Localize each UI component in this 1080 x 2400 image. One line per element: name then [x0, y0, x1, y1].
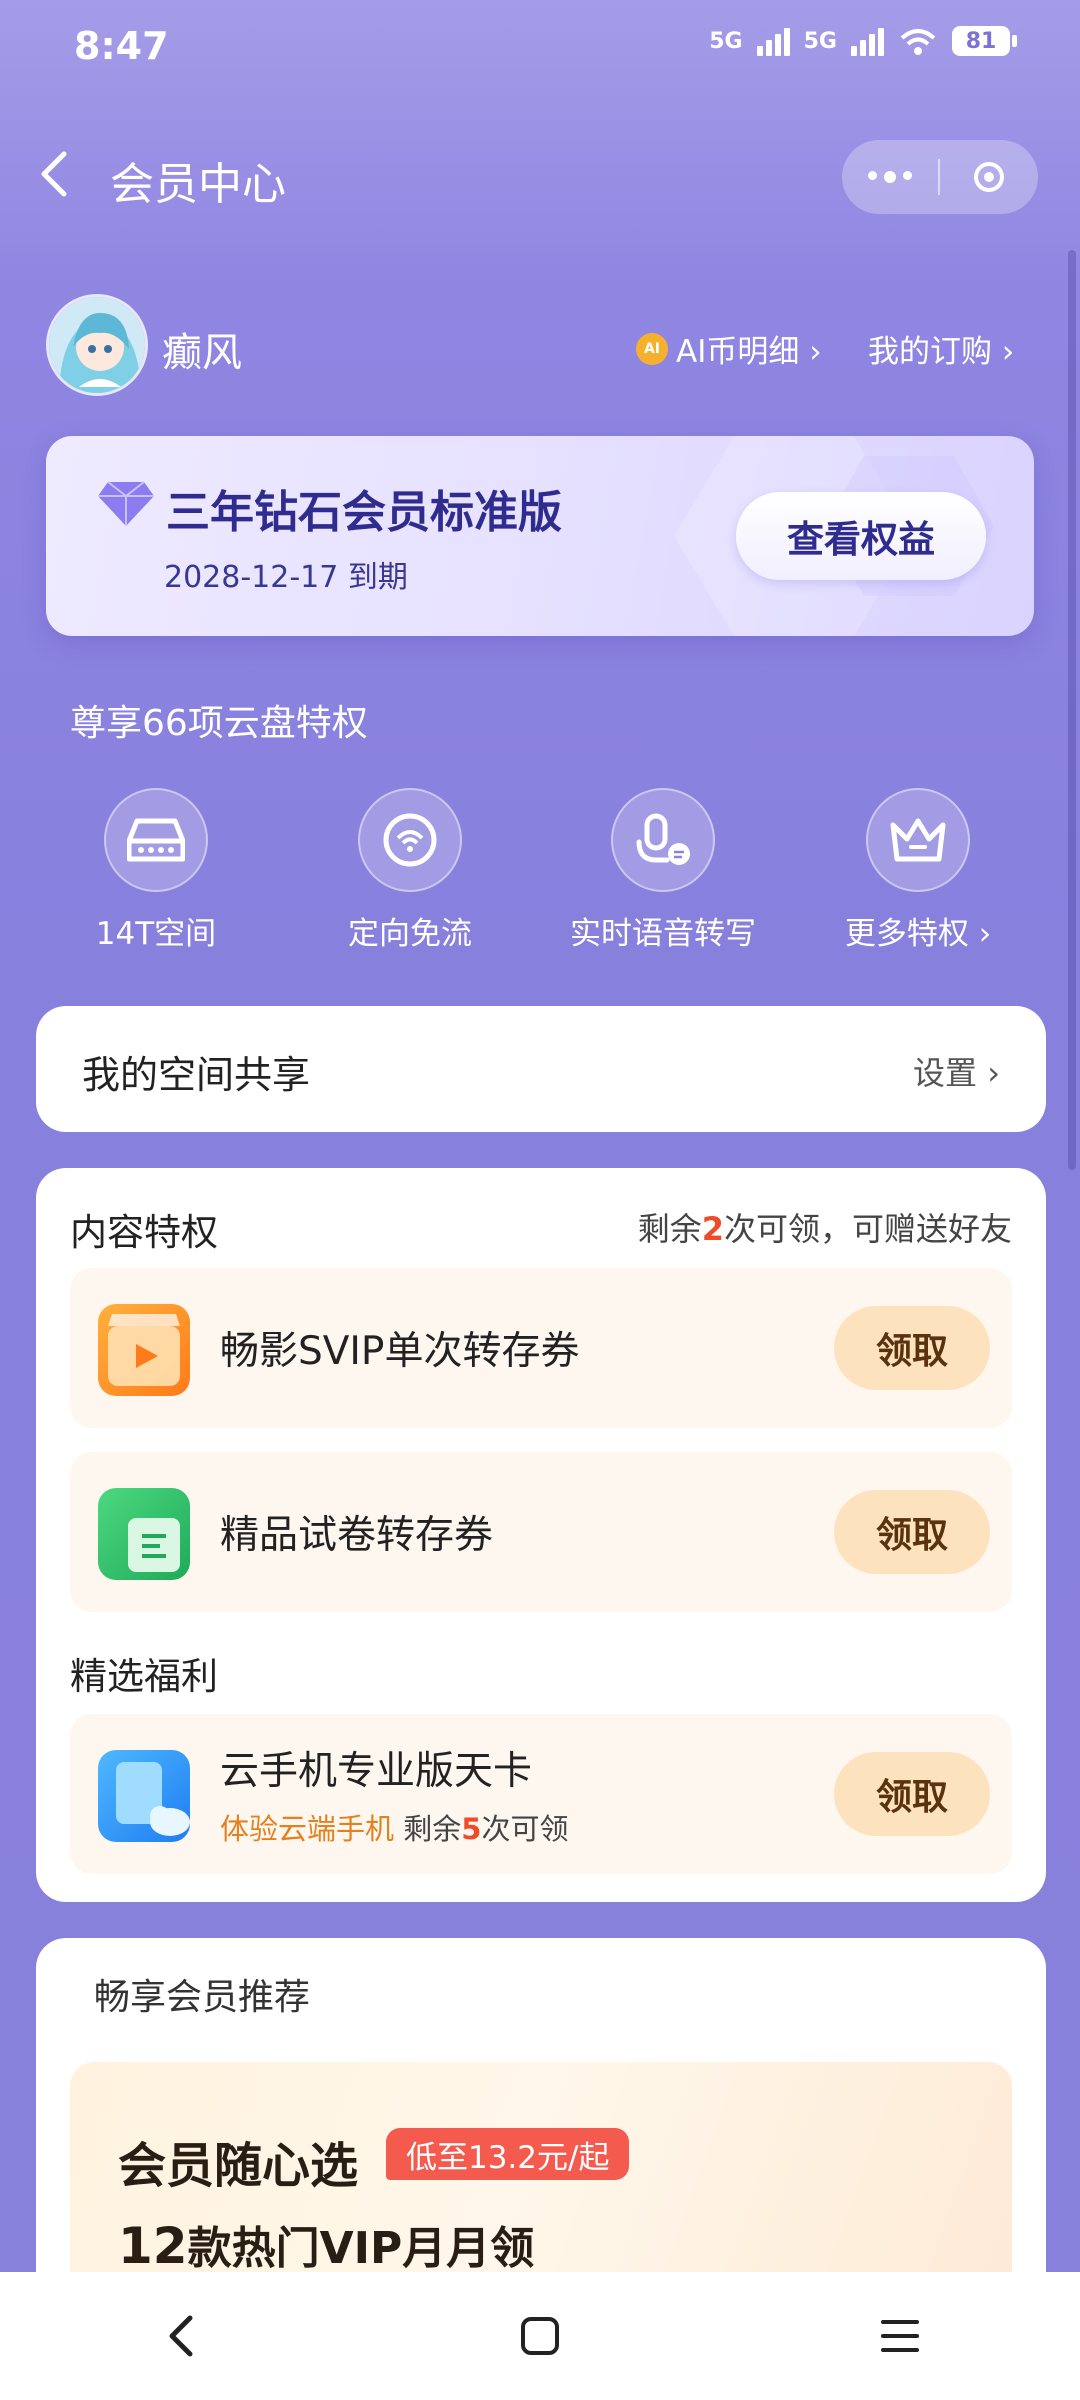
my-subscription-link[interactable]: 我的订购 ›	[868, 326, 1014, 371]
coupon-title: 畅影SVIP单次转存券	[220, 1329, 580, 1374]
coupon-item: 畅影SVIP单次转存券 领取	[70, 1268, 1012, 1428]
coupon-title: 精品试卷转存券	[220, 1513, 494, 1558]
ai-coin-link[interactable]: AI AI币明细 ›	[636, 326, 822, 371]
benefit-subtitle: 体验云端手机 剩余5次可领	[220, 1812, 569, 1846]
remaining-count: 2	[701, 1210, 724, 1248]
privileges-title: 尊享66项云盘特权	[70, 703, 368, 744]
ai-coin-icon: AI	[636, 332, 668, 365]
back-arrow-icon[interactable]	[38, 150, 72, 198]
claim-button[interactable]: 领取	[834, 1306, 990, 1390]
nav-menu-icon[interactable]	[840, 2296, 960, 2376]
mini-program-capsule	[842, 140, 1038, 214]
vip-plan-name: 三年钻石会员标准版	[166, 487, 562, 538]
space-share-settings-link[interactable]: 设置 ›	[913, 1048, 1000, 1094]
nav-home-icon[interactable]	[480, 2296, 600, 2376]
privilege-more[interactable]: 更多特权 ›	[818, 788, 1018, 953]
content-privileges-title: 内容特权	[70, 1211, 218, 1254]
privilege-label: 14T空间	[95, 916, 217, 952]
privilege-label: 定向免流	[348, 916, 472, 952]
remaining-claims-note: 剩余2次可领，可赠送好友	[637, 1210, 1012, 1248]
coupon-item: 精品试卷转存券 领取	[70, 1452, 1012, 1612]
more-icon[interactable]	[842, 171, 938, 183]
vip-card: 三年钻石会员标准版 2028-12-17 到期 查看权益	[46, 436, 1034, 636]
system-nav-bar	[0, 2272, 1080, 2400]
privilege-traffic[interactable]: 定向免流	[310, 788, 510, 953]
view-benefits-button[interactable]: 查看权益	[736, 492, 986, 580]
vip-expiry: 2028-12-17 到期	[164, 560, 408, 595]
benefit-item: 云手机专业版天卡 体验云端手机 剩余5次可领 领取	[70, 1714, 1012, 1874]
space-share-card[interactable]: 我的空间共享 设置 ›	[36, 1006, 1046, 1132]
video-icon	[98, 1304, 190, 1396]
signal-icon	[756, 26, 790, 56]
microphone-icon	[611, 788, 715, 892]
space-share-title: 我的空间共享	[82, 1053, 311, 1097]
selected-benefits-title: 精选福利	[70, 1655, 218, 1698]
price-tag: 低至13.2元/起	[386, 2128, 630, 2180]
privilege-storage[interactable]: 14T空间	[56, 788, 256, 953]
close-target-icon[interactable]	[940, 162, 1038, 192]
privilege-label: 实时语音转写	[570, 916, 756, 952]
avatar[interactable]	[46, 294, 148, 396]
claim-button[interactable]: 领取	[834, 1752, 990, 1836]
network-label-1: 5G	[709, 28, 743, 54]
status-icons: 5G 5G 81	[709, 26, 1017, 56]
crown-icon	[866, 788, 970, 892]
recommend-title: 畅享会员推荐	[94, 1977, 311, 2018]
recommend-subline: 12款热门VIP月月领	[118, 2217, 535, 2275]
ai-coin-label: AI币明细 ›	[676, 334, 822, 370]
page-title: 会员中心	[110, 159, 286, 210]
benefit-title: 云手机专业版天卡	[220, 1749, 533, 1794]
storage-icon	[104, 788, 208, 892]
claim-button[interactable]: 领取	[834, 1490, 990, 1574]
battery-icon: 81	[952, 26, 1017, 56]
signal-icon	[358, 788, 462, 892]
document-icon	[98, 1488, 190, 1580]
network-label-2: 5G	[803, 28, 837, 54]
diamond-icon	[98, 481, 154, 526]
status-time: 8:47	[74, 24, 169, 68]
signal-icon	[851, 26, 884, 56]
privilege-label: 更多特权 ›	[844, 916, 992, 952]
nav-back-icon[interactable]	[120, 2296, 240, 2376]
privilege-voice[interactable]: 实时语音转写	[563, 788, 763, 953]
cloud-phone-icon	[98, 1750, 190, 1842]
content-privileges-card: 内容特权 剩余2次可领，可赠送好友 畅影SVIP单次转存券 领取 精品试卷转存券…	[36, 1168, 1046, 1902]
scrollbar[interactable]	[1068, 250, 1076, 1170]
username: 癫风	[162, 330, 242, 376]
recommend-headline: 会员随心选	[118, 2138, 359, 2194]
wifi-icon	[900, 29, 936, 55]
